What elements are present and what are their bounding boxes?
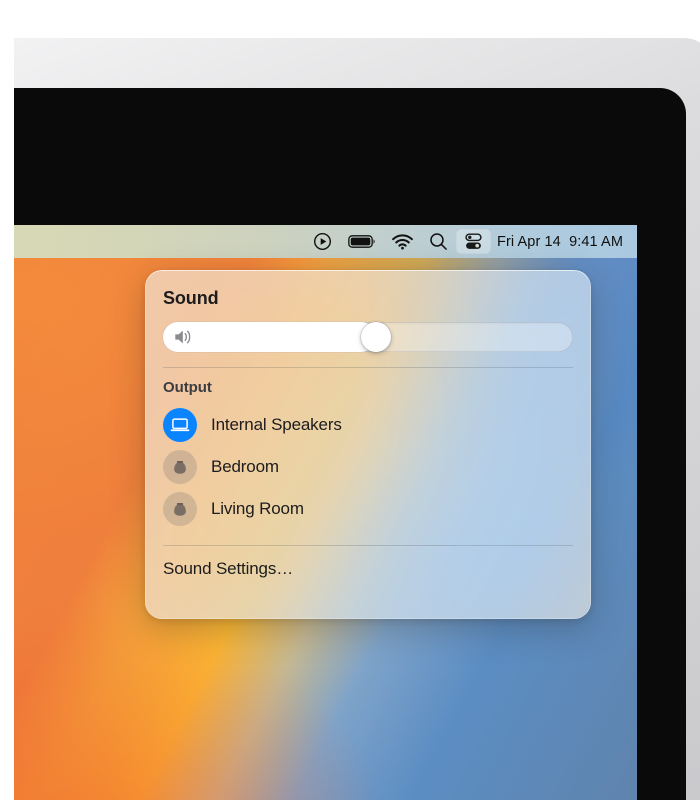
panel-divider-bottom bbox=[163, 545, 573, 546]
sound-settings-button[interactable]: Sound Settings… bbox=[163, 559, 573, 579]
sound-control-panel: Sound Output Internal Speakers Bedroom L… bbox=[145, 270, 591, 619]
panel-title: Sound bbox=[163, 288, 219, 308]
menu-bar-clock[interactable]: Fri Apr 14 9:41 AM bbox=[491, 234, 623, 250]
output-device-label: Bedroom bbox=[211, 457, 279, 476]
now-playing-icon[interactable] bbox=[305, 229, 340, 254]
laptop-icon bbox=[163, 408, 197, 442]
volume-slider-fill bbox=[163, 322, 377, 352]
wifi-icon[interactable] bbox=[384, 229, 421, 254]
speaker-wave-icon bbox=[174, 328, 194, 346]
output-device-row[interactable]: Internal Speakers bbox=[159, 404, 573, 446]
spotlight-search-icon[interactable] bbox=[421, 229, 456, 254]
control-center-icon[interactable] bbox=[455, 229, 491, 254]
output-device-row[interactable]: Living Room bbox=[159, 488, 573, 530]
menu-bar: Fri Apr 14 9:41 AM bbox=[14, 225, 637, 258]
screenshot-stage: Fri Apr 14 9:41 AM Sound Output Internal… bbox=[0, 0, 700, 800]
homepod-icon bbox=[163, 450, 197, 484]
output-device-row[interactable]: Bedroom bbox=[159, 446, 573, 488]
output-device-label: Internal Speakers bbox=[211, 415, 342, 434]
output-device-label: Living Room bbox=[211, 499, 304, 518]
panel-divider-top bbox=[163, 367, 573, 368]
desktop-screen: Fri Apr 14 9:41 AM Sound Output Internal… bbox=[14, 225, 637, 800]
laptop-bezel-outer: Fri Apr 14 9:41 AM Sound Output Internal… bbox=[14, 38, 700, 800]
volume-slider-knob[interactable] bbox=[361, 322, 392, 352]
volume-slider[interactable] bbox=[163, 322, 573, 352]
homepod-icon bbox=[163, 492, 197, 526]
battery-icon[interactable] bbox=[340, 229, 384, 254]
laptop-bezel-inner: Fri Apr 14 9:41 AM Sound Output Internal… bbox=[14, 88, 686, 800]
output-section-label: Output bbox=[163, 379, 212, 396]
